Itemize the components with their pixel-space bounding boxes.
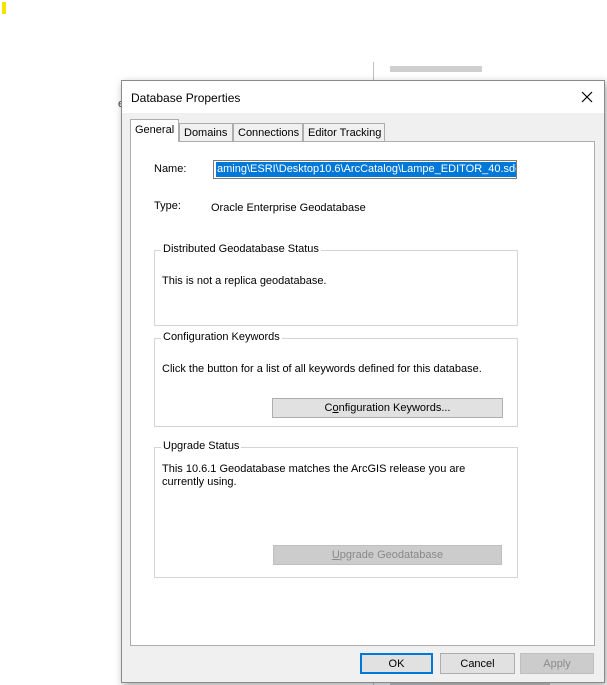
distributed-status-group: Distributed Geodatabase Status This is n… <box>154 243 518 326</box>
upgrade-status-group: Upgrade Status This 10.6.1 Geodatabase m… <box>154 440 518 578</box>
name-label: Name: <box>154 163 187 175</box>
dialog-titlebar[interactable]: Database Properties <box>122 81 604 113</box>
distributed-status-title: Distributed Geodatabase Status <box>161 243 321 255</box>
tab-domains[interactable]: Domains <box>179 123 233 141</box>
configuration-keywords-group: Configuration Keywords Click the button … <box>154 331 518 427</box>
configuration-keywords-title: Configuration Keywords <box>161 331 282 343</box>
tab-general[interactable]: General <box>130 119 179 142</box>
distributed-status-text: This is not a replica geodatabase. <box>162 275 327 287</box>
background-divider-top <box>373 62 374 80</box>
type-value: Oracle Enterprise Geodatabase <box>211 202 366 214</box>
close-icon <box>581 91 593 103</box>
configuration-keywords-text: Click the button for a list of all keywo… <box>162 363 482 375</box>
name-field[interactable]: aming\ESRI\Desktop10.6\ArcCatalog\Lampe_… <box>213 160 517 179</box>
apply-button[interactable]: Apply <box>520 653 594 674</box>
tab-connections[interactable]: Connections <box>233 123 303 141</box>
upgrade-geodatabase-button[interactable]: Upgrade Geodatabase <box>273 545 502 565</box>
upgrade-status-text-line1: This 10.6.1 Geodatabase matches the ArcG… <box>162 463 466 475</box>
dialog-title: Database Properties <box>131 91 241 105</box>
background-list-item-top <box>390 66 482 72</box>
upgrade-status-title: Upgrade Status <box>161 440 242 452</box>
general-tab-panel: Name: aming\ESRI\Desktop10.6\ArcCatalog\… <box>130 141 595 646</box>
ok-button[interactable]: OK <box>360 653 433 674</box>
tab-editor-tracking[interactable]: Editor Tracking <box>303 123 385 141</box>
highlight-marker <box>2 2 6 14</box>
database-properties-dialog: Database Properties General Domains Conn… <box>121 80 605 683</box>
type-label: Type: <box>154 200 181 212</box>
cancel-button[interactable]: Cancel <box>440 653 515 674</box>
name-field-selected-text: aming\ESRI\Desktop10.6\ArcCatalog\Lampe_… <box>216 162 516 177</box>
close-button[interactable] <box>572 83 602 111</box>
configuration-keywords-button[interactable]: Co nfiguration Keywords... <box>272 398 503 418</box>
access-key: U <box>331 549 340 561</box>
upgrade-status-text-line2: currently using. <box>162 476 237 488</box>
